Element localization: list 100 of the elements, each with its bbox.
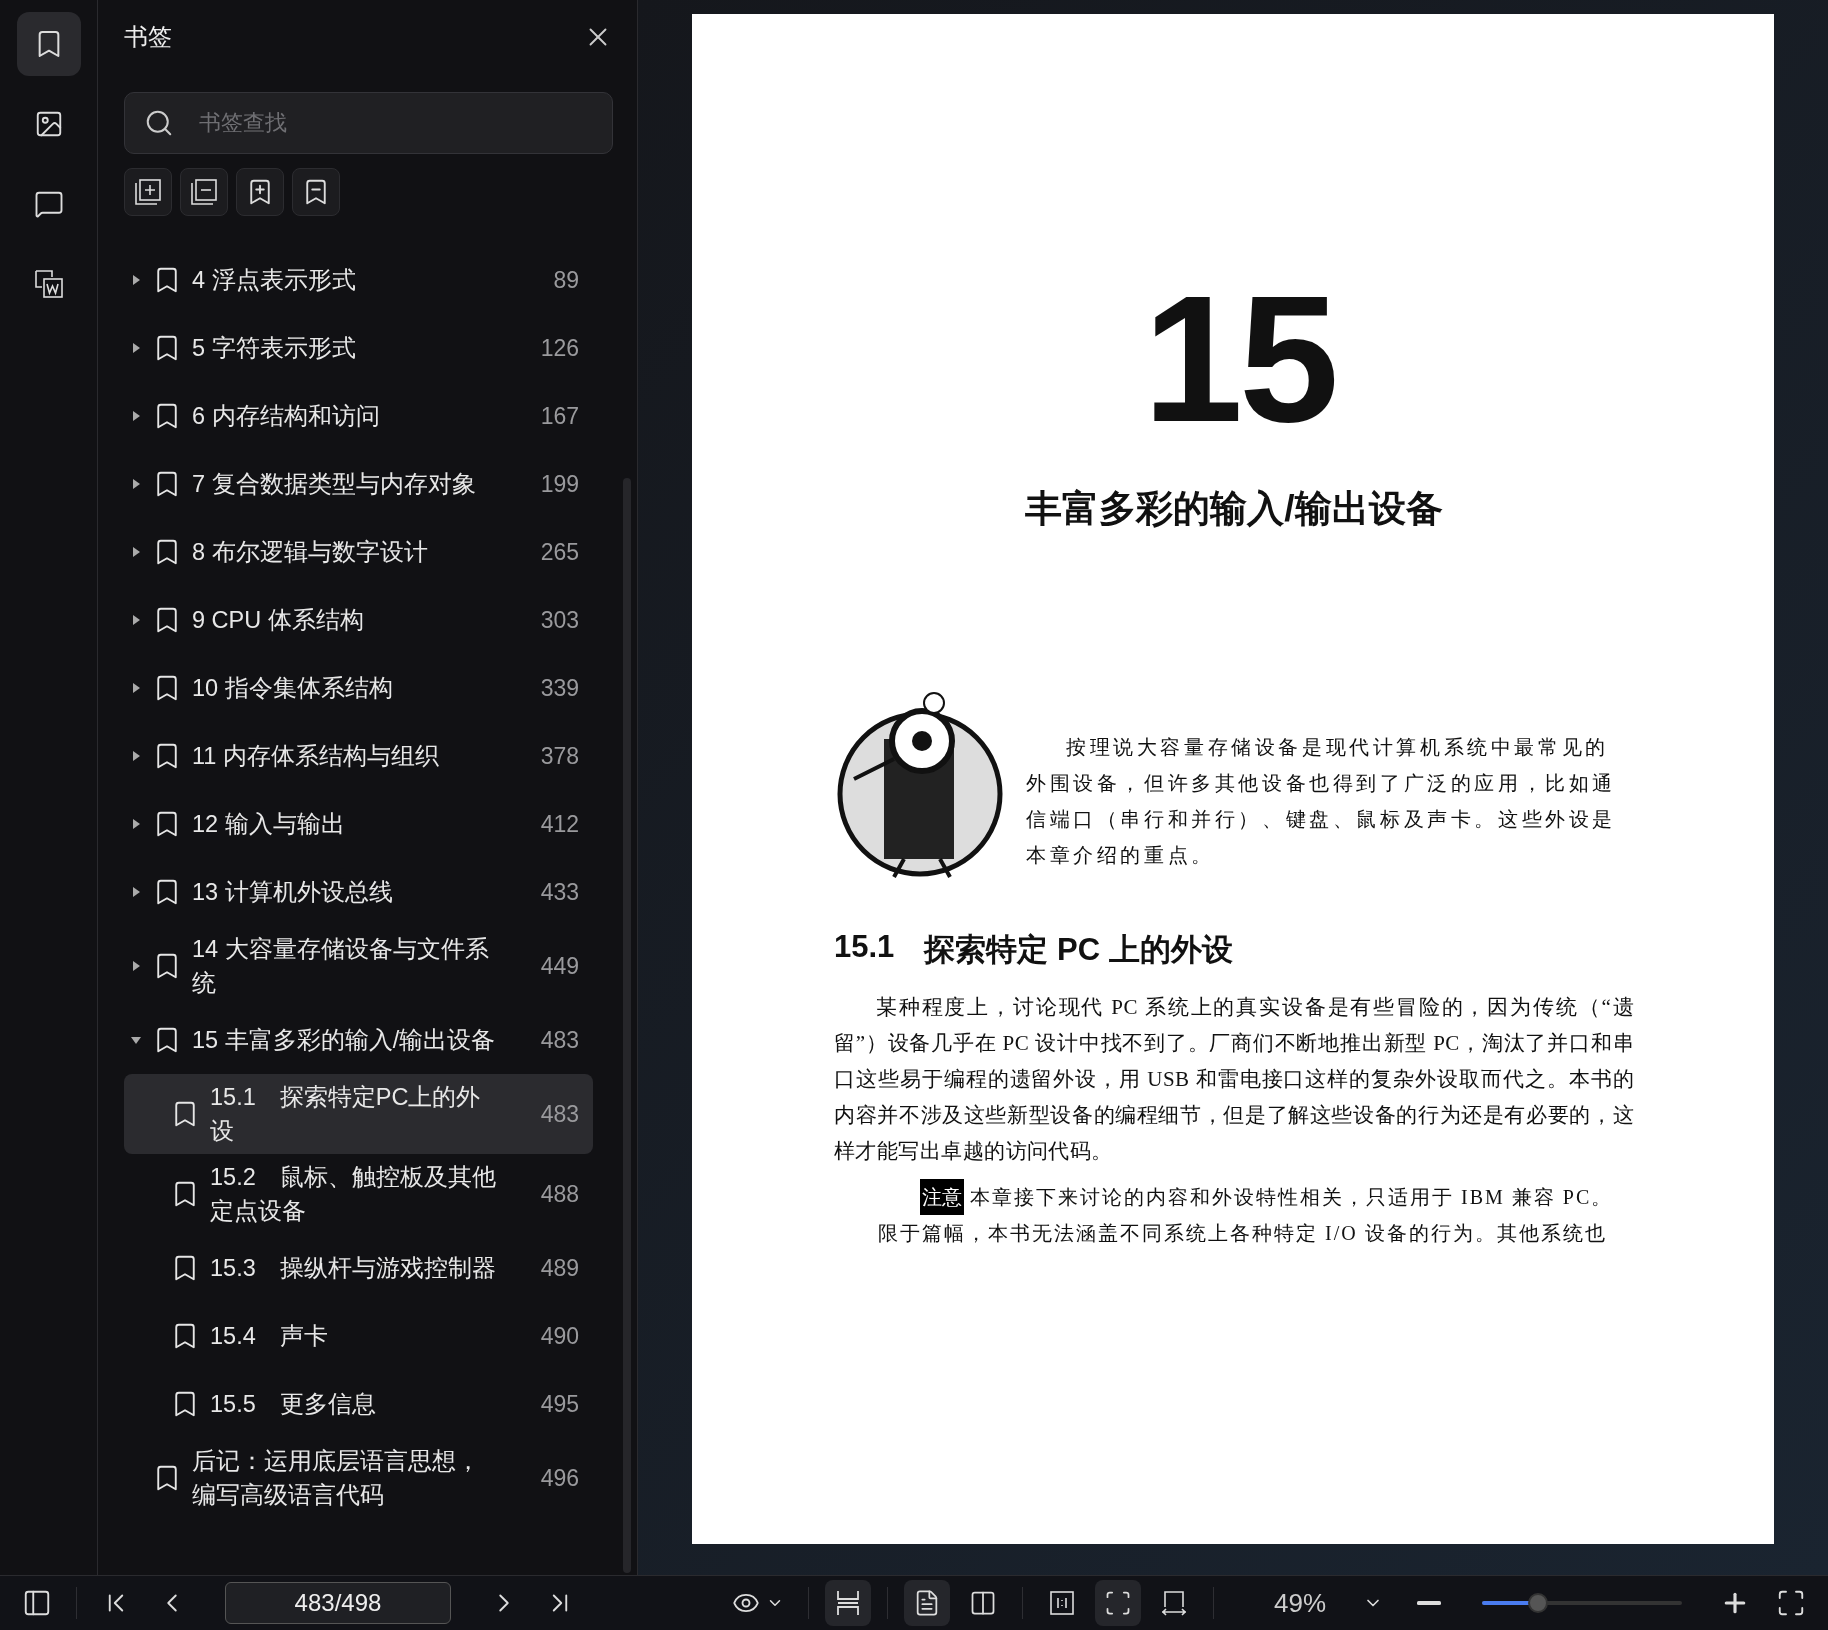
- bookmark-item[interactable]: 后记：运用底层语言思想，编写高级语言代码 496: [124, 1438, 593, 1518]
- page-number: 199: [539, 470, 579, 498]
- bookmark-label: 15 丰富多彩的输入/输出设备: [192, 1026, 497, 1055]
- page-number: 488: [539, 1180, 579, 1208]
- bookmark-label: 13 计算机外设总线: [192, 878, 394, 907]
- bookmark-item[interactable]: 14 大容量存储设备与文件系统 449: [124, 926, 593, 1006]
- bookmark-label: 12 输入与输出: [192, 810, 346, 839]
- bookmark-label: 11 内存体系结构与组织: [192, 742, 440, 771]
- bookmark-item[interactable]: 15.2 鼠标、触控板及其他定点设备 488: [124, 1154, 593, 1234]
- caret-right-icon[interactable]: [130, 750, 142, 762]
- caret-right-icon[interactable]: [130, 342, 142, 354]
- sidebar-tab[interactable]: [16, 12, 81, 76]
- page-number: 126: [539, 334, 579, 362]
- bookmark-item[interactable]: 15.3 操纵杆与游戏控制器 489: [124, 1234, 593, 1302]
- bookmark-label: 4 浮点表示形式: [192, 266, 357, 295]
- caret-right-icon[interactable]: [130, 410, 142, 422]
- zoom-slider[interactable]: [1482, 1591, 1682, 1615]
- minus-icon: [1417, 1601, 1441, 1605]
- page-number: 496: [539, 1464, 579, 1492]
- caret-right-icon[interactable]: [130, 960, 142, 972]
- bookmark-item[interactable]: 15.4 声卡 490: [124, 1302, 593, 1370]
- page-number: 433: [539, 878, 579, 906]
- bookmark-tool-button[interactable]: [180, 168, 228, 216]
- bookmark-label: 8 布尔逻辑与数字设计: [192, 538, 429, 567]
- bookmark-label: 6 内存结构和访问: [192, 402, 381, 431]
- add-group-icon: [133, 177, 163, 207]
- bookmark-label: 15.1 探索特定PC上的外设: [210, 1083, 482, 1146]
- page-number: 495: [539, 1390, 579, 1418]
- bookmark-item[interactable]: 4 浮点表示形式 89: [124, 246, 593, 314]
- bookmark-label: 7 复合数据类型与内存对象: [192, 470, 477, 499]
- body-paragraph: 某种程度上，讨论现代 PC 系统上的真实设备是有些冒险的，因为传统（“遗留”）设备几乎在 PC 设计中找不到了。厂商们不断地推出新型 PC，淘汰了并口和串口这些易于编程的遗留外设，用 USB 和雷电接口这样的复杂外设取而代之。本书的内容并不涉及这些新型设备的编程细节，但是了解这些设备的行为还是有必要的，这样才能写出卓越的访问代码。: [834, 994, 1634, 1165]
- page-number: 489: [539, 1254, 579, 1282]
- bookmark-item[interactable]: 6 内存结构和访问 167: [124, 382, 593, 450]
- note-label: 注意: [920, 1179, 964, 1215]
- remove-group-icon: [189, 177, 219, 207]
- bookmark-item[interactable]: 15 丰富多彩的输入/输出设备 483: [124, 1006, 593, 1074]
- zoom-value[interactable]: 49%: [1260, 1587, 1340, 1619]
- bookmark-label: 15.4 声卡: [210, 1322, 329, 1351]
- bookmark-item[interactable]: 8 布尔逻辑与数字设计 265: [124, 518, 593, 586]
- bookmark-label: 10 指令集体系结构: [192, 674, 394, 703]
- comment-icon: [33, 189, 64, 219]
- bookmark-item[interactable]: 15.1 探索特定PC上的外设 483: [124, 1074, 593, 1154]
- page-number-field[interactable]: 483/498: [225, 1582, 451, 1624]
- slider-thumb[interactable]: [1528, 1593, 1548, 1613]
- bookmark-item[interactable]: 12 输入与输出 412: [124, 790, 593, 858]
- caret-right-icon[interactable]: [130, 886, 142, 898]
- fullscreen-icon: [1776, 1588, 1806, 1618]
- bookmark-item[interactable]: 5 字符表示形式 126: [124, 314, 593, 382]
- bookmark-tool-button[interactable]: [124, 168, 172, 216]
- page-number: 490: [539, 1322, 579, 1350]
- bookmark-label: 后记：运用底层语言思想，编写高级语言代码: [192, 1447, 481, 1510]
- search-icon: [144, 108, 174, 138]
- bookmark-tool-button[interactable]: [292, 168, 340, 216]
- caret-down-icon[interactable]: [130, 1034, 142, 1046]
- page-number: 339: [539, 674, 579, 702]
- panel-title: 书签: [124, 22, 172, 52]
- bookmark-item[interactable]: 11 内存体系结构与组织 378: [124, 722, 593, 790]
- caret-right-icon[interactable]: [130, 818, 142, 830]
- intro-paragraph: 按理说大容量存储设备是现代计算机系统中最常见的外围设备，但许多其他设备也得到了广泛的应用，比如通信端口（串行和并行）、键盘、鼠标及声卡。这些外设是本章介绍的重点。: [1026, 735, 1616, 868]
- caret-right-icon[interactable]: [130, 274, 142, 286]
- frame-arrows-icon: [1160, 1589, 1188, 1617]
- fit-page-icon: [1104, 1589, 1132, 1617]
- actual-size-icon: [1048, 1589, 1076, 1617]
- caret-right-icon[interactable]: [130, 682, 142, 694]
- bookmark-item[interactable]: 10 指令集体系结构 339: [124, 654, 593, 722]
- bookmark-label: 9 CPU 体系结构: [192, 606, 365, 635]
- sidebar-icon: [22, 1588, 52, 1618]
- bookmark-item[interactable]: 15.5 更多信息 495: [124, 1370, 593, 1438]
- caret-right-icon[interactable]: [130, 546, 142, 558]
- caret-right-icon[interactable]: [130, 478, 142, 490]
- bookmark-label: 15.3 操纵杆与游戏控制器: [210, 1254, 497, 1283]
- page-number: 449: [539, 952, 579, 980]
- bookmark-item[interactable]: 9 CPU 体系结构 303: [124, 586, 593, 654]
- view-mode-button[interactable]: [825, 1580, 871, 1626]
- bookmark-item[interactable]: 13 计算机外设总线 433: [124, 858, 593, 926]
- note-text: 本章接下来讨论的内容和外设特性相关，只适用于 IBM 兼容 PC。: [970, 1185, 1614, 1210]
- chapter-number: 15: [1141, 269, 1337, 449]
- search-field[interactable]: 书签查找: [124, 92, 613, 154]
- section-title: 探索特定 PC 上的外设: [924, 931, 1233, 969]
- bookmark-tool-button[interactable]: [236, 168, 284, 216]
- page-number: 483: [539, 1026, 579, 1054]
- bookmark-label: 14 大容量存储设备与文件系统: [192, 935, 490, 998]
- bookmark-item[interactable]: 7 复合数据类型与内存对象 199: [124, 450, 593, 518]
- page-number: 483: [539, 1100, 579, 1128]
- view-mode-button[interactable]: [1095, 1580, 1141, 1626]
- page-number: 167: [539, 402, 579, 430]
- bookmark-label: 15.2 鼠标、触控板及其他定点设备: [210, 1163, 497, 1226]
- page-number: 412: [539, 810, 579, 838]
- page-number: 89: [552, 266, 579, 294]
- bookmark-label: 15.5 更多信息: [210, 1390, 377, 1419]
- bookmark-label: 5 字符表示形式: [192, 334, 357, 363]
- note-text: 限于篇幅，本书无法涵盖不同系统上各种特定 I/O 设备的行为。其他系统也: [878, 1221, 1607, 1246]
- page-number: 303: [539, 606, 579, 634]
- page-number: 265: [539, 538, 579, 566]
- two-pages-icon: [969, 1589, 997, 1617]
- fit-width-icon: [834, 1589, 862, 1617]
- view-mode-button[interactable]: [904, 1580, 950, 1626]
- chapter-title: 丰富多彩的输入/输出设备: [1024, 487, 1444, 531]
- page-number: 378: [539, 742, 579, 770]
- caret-right-icon[interactable]: [130, 614, 142, 626]
